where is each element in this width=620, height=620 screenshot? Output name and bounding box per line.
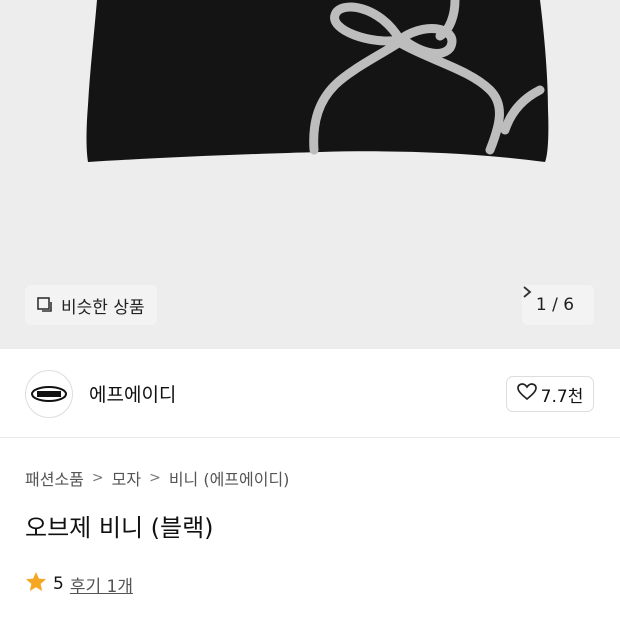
like-count: 7.7천 xyxy=(540,386,584,407)
similar-products-button[interactable]: 비슷한 상품 xyxy=(25,285,157,325)
brand-logo[interactable] xyxy=(25,370,73,418)
brand-logo-icon xyxy=(31,386,67,402)
image-page-indicator[interactable]: 1 / 6 xyxy=(522,285,594,325)
product-title: 오브제 비니 (블랙) xyxy=(25,514,214,542)
page-indicator-text: 1 / 6 xyxy=(535,295,575,315)
chevron-right-icon: > xyxy=(91,470,104,486)
breadcrumb-item[interactable]: 모자 xyxy=(112,466,141,490)
brand-name[interactable]: 에프에이디 xyxy=(89,380,176,407)
star-icon xyxy=(25,571,47,597)
brand-row[interactable]: 에프에이디 7.7천 xyxy=(0,349,620,438)
similar-icon xyxy=(37,297,53,313)
breadcrumb-item[interactable]: 비니 (에프에이디) xyxy=(169,466,290,490)
like-button[interactable]: 7.7천 xyxy=(506,376,594,412)
heart-icon xyxy=(516,382,537,406)
rating-value: 5 xyxy=(53,574,64,594)
similar-products-label: 비슷한 상품 xyxy=(61,297,145,318)
product-image[interactable]: 비슷한 상품 1 / 6 xyxy=(0,0,620,349)
chevron-right-icon: > xyxy=(149,470,161,486)
breadcrumb-item[interactable]: 패션소품 xyxy=(25,466,84,490)
breadcrumb: 패션소품 > 모자 > 비니 (에프에이디) xyxy=(25,466,289,490)
rating-row: 5 후기 1개 xyxy=(25,571,133,597)
review-link[interactable]: 후기 1개 xyxy=(70,572,133,597)
